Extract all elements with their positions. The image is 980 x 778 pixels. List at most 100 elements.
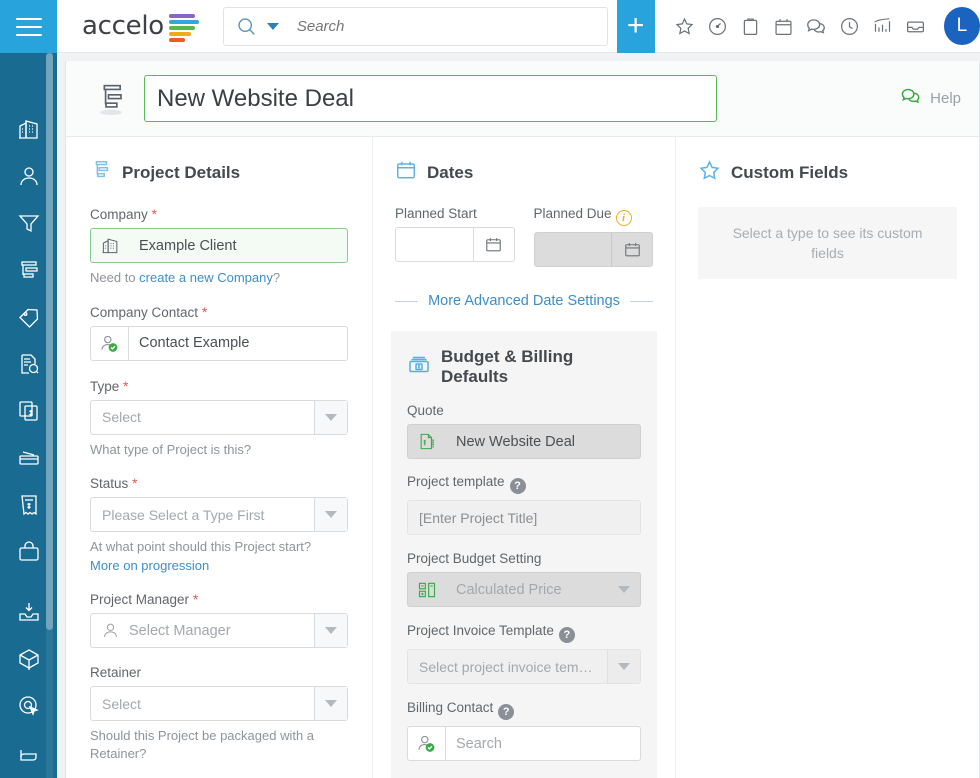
company-label: Company * <box>90 206 348 222</box>
person-icon <box>91 614 129 647</box>
planned-start-input[interactable] <box>395 227 515 262</box>
section-title: Project Details <box>122 163 240 183</box>
company-value: Example Client <box>129 238 237 254</box>
question-mark-icon[interactable]: ? <box>510 478 526 494</box>
chat-help-icon <box>900 85 923 113</box>
search-input[interactable] <box>295 17 597 36</box>
speedometer-icon[interactable] <box>702 8 733 44</box>
progression-link[interactable]: More on progression <box>90 557 348 575</box>
company-contact-value: Contact Example <box>129 335 249 351</box>
planned-start-label: Planned Start <box>395 206 515 221</box>
star-icon[interactable] <box>669 8 700 44</box>
project-title-input[interactable] <box>144 75 717 122</box>
divider-line-left <box>395 301 418 302</box>
app-root: accelo + <box>0 0 980 778</box>
invoice-template-select[interactable]: Select project invoice tem… <box>407 649 641 684</box>
person-icon <box>17 164 41 188</box>
search-scope-chevron-down-icon[interactable] <box>267 23 279 30</box>
sidebar-scroll-area[interactable] <box>0 53 57 778</box>
chevron-down-icon[interactable] <box>607 650 640 683</box>
gantt-project-icon <box>90 159 112 186</box>
section-title: Dates <box>427 163 473 183</box>
building-icon <box>17 117 41 141</box>
project-manager-select[interactable]: Select Manager <box>90 613 348 648</box>
company-input[interactable]: Example Client <box>90 228 348 263</box>
top-icon-group <box>669 8 931 44</box>
quote-input[interactable]: New Website Deal <box>407 424 641 459</box>
type-select[interactable]: Select <box>90 400 348 435</box>
chevron-down-icon[interactable] <box>314 687 347 720</box>
left-sidebar <box>0 0 57 778</box>
planned-due-label: Planned Duei <box>534 206 654 226</box>
expenses-icon <box>17 446 41 470</box>
advanced-date-settings-row: More Advanced Date Settings <box>395 293 653 309</box>
project-details-column: Project Details Company * Example Client… <box>66 137 372 778</box>
question-mark-icon[interactable]: ? <box>559 627 575 643</box>
help-button[interactable]: Help <box>900 85 961 113</box>
planned-due-input[interactable] <box>534 232 654 267</box>
inbox-icon[interactable] <box>900 8 931 44</box>
briefcase-icon <box>17 540 41 564</box>
building-icon <box>91 229 129 262</box>
chevron-down-icon[interactable] <box>607 573 640 606</box>
scroll-icon <box>17 741 41 765</box>
info-icon[interactable]: i <box>616 210 632 226</box>
calendar-icon[interactable] <box>611 233 652 266</box>
chevron-down-icon[interactable] <box>314 614 347 647</box>
accelo-logo[interactable]: accelo <box>82 11 199 42</box>
status-label: Status * <box>90 475 348 491</box>
status-select[interactable]: Please Select a Type First <box>90 497 348 532</box>
bar-chart-icon[interactable] <box>867 8 898 44</box>
dates-column: Dates Planned Start <box>372 137 675 778</box>
budget-setting-label: Project Budget Setting <box>407 551 641 566</box>
custom-fields-column: Custom Fields Select a type to see its c… <box>675 137 979 778</box>
type-help: What type of Project is this? <box>90 441 348 459</box>
chevron-down-icon[interactable] <box>314 498 347 531</box>
global-search-bar[interactable] <box>223 7 608 46</box>
required-marker: * <box>193 591 198 607</box>
page-body: Help Project Details Company * <box>57 53 980 778</box>
add-new-button[interactable]: + <box>617 0 655 53</box>
invoice-template-placeholder: Select project invoice tem… <box>408 659 607 675</box>
money-icon <box>407 353 431 382</box>
retainer-label: Retainer <box>90 665 348 680</box>
chevron-down-icon[interactable] <box>314 401 347 434</box>
new-project-card: Help Project Details Company * <box>65 61 980 778</box>
billing-contact-label: Billing Contact? <box>407 700 641 720</box>
project-details-header: Project Details <box>90 159 348 186</box>
retainer-placeholder: Select <box>91 696 314 712</box>
calendar-icon[interactable] <box>768 8 799 44</box>
hamburger-menu-icon <box>16 18 42 36</box>
target-click-icon <box>17 694 41 718</box>
retainer-icon <box>17 352 41 376</box>
company-help: Need to create a new Company? <box>90 269 348 287</box>
project-template-field: Project template? [Enter Project Title] <box>407 474 641 535</box>
billing-contact-input[interactable]: Search <box>407 726 641 761</box>
clipboard-icon[interactable] <box>735 8 766 44</box>
required-marker: * <box>132 475 137 491</box>
clock-icon[interactable] <box>834 8 865 44</box>
advanced-date-settings-link[interactable]: More Advanced Date Settings <box>428 293 620 309</box>
retainer-select[interactable]: Select <box>90 686 348 721</box>
box-icon <box>17 647 41 671</box>
status-help: At what point should this Project start? <box>90 538 348 556</box>
section-title: Budget & Billing Defaults <box>441 347 641 387</box>
user-avatar[interactable]: L <box>944 7 980 45</box>
required-marker: * <box>123 378 128 394</box>
dates-row: Planned Start Planned Duei <box>395 206 653 267</box>
calendar-icon[interactable] <box>473 228 514 261</box>
budget-setting-value: Calculated Price <box>446 582 607 598</box>
project-template-input[interactable]: [Enter Project Title] <box>407 500 641 535</box>
logo-text: accelo <box>82 11 164 41</box>
question-mark-icon[interactable]: ? <box>498 704 514 720</box>
create-company-link[interactable]: create a new Company <box>139 270 273 285</box>
budget-setting-select[interactable]: Calculated Price <box>407 572 641 607</box>
invoice-icon <box>17 493 41 517</box>
hamburger-menu-button[interactable] <box>0 0 57 53</box>
project-template-label: Project template? <box>407 474 641 494</box>
company-contact-input[interactable]: Contact Example <box>90 326 348 361</box>
sidebar-scrollbar-thumb[interactable] <box>46 53 53 630</box>
status-placeholder: Please Select a Type First <box>91 507 314 523</box>
chat-bubble-icon[interactable] <box>801 8 832 44</box>
quote-doc-icon <box>408 425 446 458</box>
